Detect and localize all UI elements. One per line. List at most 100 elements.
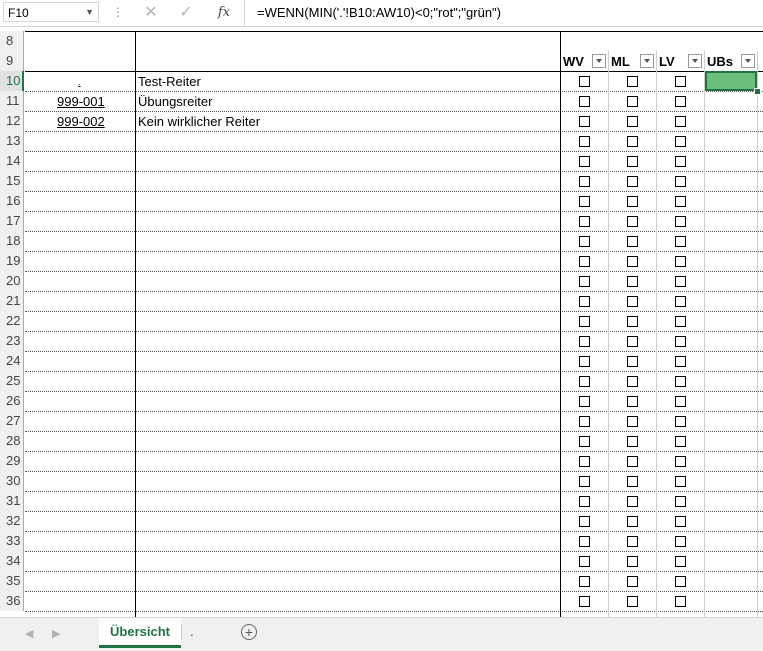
checkbox[interactable] bbox=[675, 456, 686, 467]
row-header-27[interactable]: 27 bbox=[0, 411, 24, 431]
checkbox[interactable] bbox=[627, 356, 638, 367]
checkbox[interactable] bbox=[579, 456, 590, 467]
checkbox[interactable] bbox=[675, 376, 686, 387]
checkbox[interactable] bbox=[675, 496, 686, 507]
row-header-24[interactable]: 24 bbox=[0, 351, 24, 371]
row-header-22[interactable]: 22 bbox=[0, 311, 24, 331]
filter-dropdown-icon[interactable] bbox=[640, 54, 654, 68]
checkbox[interactable] bbox=[579, 496, 590, 507]
row-header-28[interactable]: 28 bbox=[0, 431, 24, 451]
selected-cell[interactable] bbox=[705, 71, 757, 91]
filter-dropdown-icon[interactable] bbox=[688, 54, 702, 68]
checkbox[interactable] bbox=[579, 116, 590, 127]
checkbox[interactable] bbox=[579, 556, 590, 567]
checkbox[interactable] bbox=[627, 296, 638, 307]
checkbox[interactable] bbox=[579, 396, 590, 407]
checkbox[interactable] bbox=[579, 216, 590, 227]
checkbox[interactable] bbox=[675, 116, 686, 127]
checkbox[interactable] bbox=[579, 156, 590, 167]
checkbox[interactable] bbox=[675, 576, 686, 587]
enter-icon[interactable]: ✓ bbox=[175, 3, 197, 23]
row-header-10[interactable]: 10 bbox=[0, 71, 24, 91]
row-header-19[interactable]: 19 bbox=[0, 251, 24, 271]
row-header-14[interactable]: 14 bbox=[0, 151, 24, 171]
checkbox[interactable] bbox=[627, 276, 638, 287]
checkbox[interactable] bbox=[675, 416, 686, 427]
row-header-30[interactable]: 30 bbox=[0, 471, 24, 491]
chevron-down-icon[interactable]: ▼ bbox=[85, 7, 94, 17]
checkbox[interactable] bbox=[579, 96, 590, 107]
checkbox[interactable] bbox=[675, 256, 686, 267]
checkbox[interactable] bbox=[579, 196, 590, 207]
checkbox[interactable] bbox=[675, 216, 686, 227]
filter-dropdown-icon[interactable] bbox=[592, 54, 606, 68]
row-header-9[interactable]: 9 bbox=[0, 51, 24, 71]
tab-scroll-left-icon[interactable]: ◀ bbox=[25, 627, 33, 640]
checkbox[interactable] bbox=[579, 336, 590, 347]
checkbox[interactable] bbox=[675, 356, 686, 367]
checkbox[interactable] bbox=[627, 436, 638, 447]
checkbox[interactable] bbox=[675, 196, 686, 207]
row-header-34[interactable]: 34 bbox=[0, 551, 24, 571]
checkbox[interactable] bbox=[579, 296, 590, 307]
checkbox[interactable] bbox=[627, 156, 638, 167]
checkbox[interactable] bbox=[627, 336, 638, 347]
tab-dot-sheet[interactable]: . bbox=[190, 624, 194, 639]
row-header-31[interactable]: 31 bbox=[0, 491, 24, 511]
row-header-15[interactable]: 15 bbox=[0, 171, 24, 191]
row-name-cell[interactable]: Übungsreiter bbox=[138, 94, 212, 109]
checkbox[interactable] bbox=[675, 96, 686, 107]
checkbox[interactable] bbox=[675, 156, 686, 167]
row-header-11[interactable]: 11 bbox=[0, 91, 24, 111]
row-name-cell[interactable]: Test-Reiter bbox=[138, 74, 201, 89]
checkbox[interactable] bbox=[579, 356, 590, 367]
checkbox[interactable] bbox=[579, 476, 590, 487]
tab-uebersicht[interactable]: Übersicht bbox=[99, 618, 181, 648]
checkbox[interactable] bbox=[579, 276, 590, 287]
checkbox[interactable] bbox=[627, 216, 638, 227]
row-header-33[interactable]: 33 bbox=[0, 531, 24, 551]
checkbox[interactable] bbox=[579, 256, 590, 267]
checkbox[interactable] bbox=[675, 436, 686, 447]
worksheet-grid[interactable]: 8 9 10 11 12 13 14 15 16 17 18 19 20 21 22 23 24 25 26 27 28… bbox=[0, 31, 763, 617]
row-header-21[interactable]: 21 bbox=[0, 291, 24, 311]
row-name-cell[interactable]: Kein wirklicher Reiter bbox=[138, 114, 260, 129]
checkbox[interactable] bbox=[627, 256, 638, 267]
row-header-35[interactable]: 35 bbox=[0, 571, 24, 591]
checkbox[interactable] bbox=[579, 76, 590, 87]
row-header-13[interactable]: 13 bbox=[0, 131, 24, 151]
checkbox[interactable] bbox=[579, 536, 590, 547]
checkbox[interactable] bbox=[579, 436, 590, 447]
function-icon[interactable]: fx bbox=[213, 3, 235, 23]
row-header-32[interactable]: 32 bbox=[0, 511, 24, 531]
row-header-8[interactable]: 8 bbox=[0, 31, 24, 51]
checkbox[interactable] bbox=[627, 176, 638, 187]
checkbox[interactable] bbox=[627, 496, 638, 507]
checkbox[interactable] bbox=[675, 296, 686, 307]
row-header-29[interactable]: 29 bbox=[0, 451, 24, 471]
more-options-icon[interactable]: ⋮ bbox=[108, 3, 128, 23]
checkbox[interactable] bbox=[627, 96, 638, 107]
checkbox[interactable] bbox=[675, 176, 686, 187]
checkbox[interactable] bbox=[675, 596, 686, 607]
row-header-12[interactable]: 12 bbox=[0, 111, 24, 131]
checkbox[interactable] bbox=[579, 416, 590, 427]
fill-handle[interactable] bbox=[754, 88, 761, 95]
checkbox[interactable] bbox=[627, 236, 638, 247]
checkbox[interactable] bbox=[579, 576, 590, 587]
checkbox[interactable] bbox=[627, 136, 638, 147]
checkbox[interactable] bbox=[675, 476, 686, 487]
checkbox[interactable] bbox=[627, 376, 638, 387]
checkbox[interactable] bbox=[675, 536, 686, 547]
checkbox[interactable] bbox=[675, 76, 686, 87]
checkbox[interactable] bbox=[579, 376, 590, 387]
row-header-20[interactable]: 20 bbox=[0, 271, 24, 291]
checkbox[interactable] bbox=[675, 336, 686, 347]
row-header-17[interactable]: 17 bbox=[0, 211, 24, 231]
tab-scroll-right-icon[interactable]: ▶ bbox=[52, 627, 60, 640]
checkbox[interactable] bbox=[579, 236, 590, 247]
checkbox[interactable] bbox=[627, 416, 638, 427]
checkbox[interactable] bbox=[627, 316, 638, 327]
checkbox[interactable] bbox=[627, 476, 638, 487]
row-header-23[interactable]: 23 bbox=[0, 331, 24, 351]
